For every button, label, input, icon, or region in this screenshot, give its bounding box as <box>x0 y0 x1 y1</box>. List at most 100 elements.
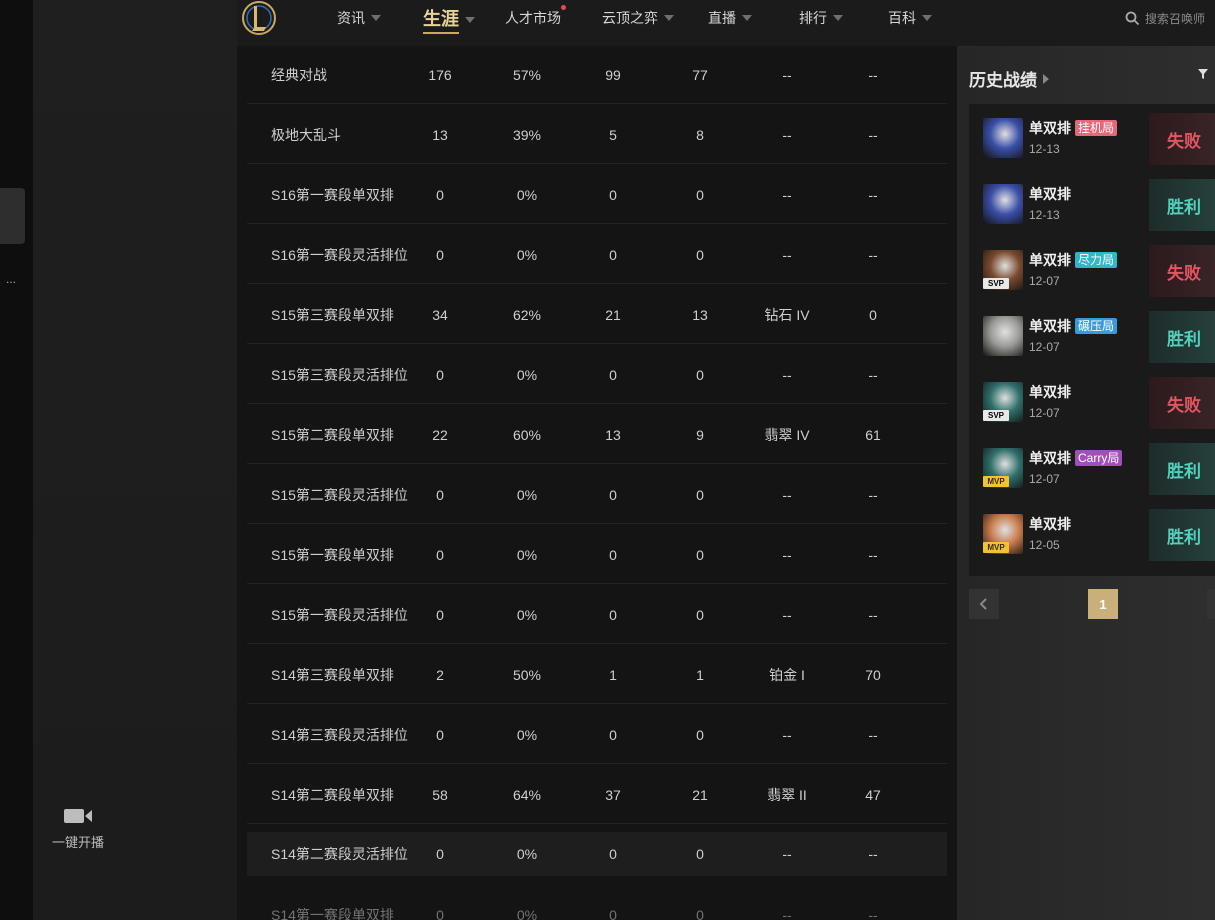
row-winrate: 0% <box>516 906 538 920</box>
match-queue: 单双排 <box>1029 382 1071 402</box>
table-row: S15第二赛段灵活排位 0 0% 0 0 -- -- <box>247 466 947 524</box>
nav-item-0[interactable]: 资讯 <box>337 8 381 28</box>
row-losses: 0 <box>696 845 704 862</box>
more-icon[interactable]: ... <box>6 272 16 286</box>
row-points: 47 <box>865 786 881 803</box>
row-winrate: 39% <box>512 126 542 143</box>
filter-icon[interactable] <box>1197 68 1209 80</box>
row-games: 13 <box>432 126 448 143</box>
row-losses: 13 <box>692 306 708 323</box>
match-item[interactable]: MVP 单双排 Carry局 12-07 胜利 <box>969 434 1215 500</box>
row-wins: 21 <box>605 306 621 323</box>
row-rank: -- <box>782 366 792 383</box>
nav-item-label: 排行 <box>799 10 827 26</box>
match-date: 12-05 <box>1029 538 1060 552</box>
row-rank: 翡翠 II <box>767 786 807 803</box>
nav-item-6[interactable]: 百科 <box>888 8 932 28</box>
left-panel: 一键开播 <box>33 0 237 920</box>
nav-item-1[interactable]: 生涯 <box>423 5 475 34</box>
performance-badge: MVP <box>983 542 1009 553</box>
page-number-button[interactable]: 1 <box>1088 589 1118 619</box>
nav-item-5[interactable]: 排行 <box>799 8 843 28</box>
match-queue: 单双排 Carry局 <box>1029 448 1123 468</box>
row-losses: 0 <box>696 186 704 203</box>
row-losses: 0 <box>696 486 704 503</box>
match-item[interactable]: SVP 单双排 尽力局 12-07 失败 <box>969 236 1215 302</box>
nav-item-3[interactable]: 云顶之弈 <box>602 8 674 28</box>
one-click-live-button[interactable]: 一键开播 <box>43 806 113 851</box>
row-mode-name: S15第一赛段单双排 <box>271 546 394 563</box>
row-points: 70 <box>865 666 881 683</box>
performance-badge: SVP <box>983 410 1009 421</box>
row-points: -- <box>868 246 878 263</box>
row-games: 0 <box>436 845 444 862</box>
queue-label: 单双排 <box>1029 252 1071 268</box>
search-placeholder: 搜索召唤师 <box>1145 12 1206 26</box>
match-date: 12-13 <box>1029 208 1060 222</box>
row-losses: 1 <box>696 666 704 683</box>
match-item[interactable]: 单双排 挂机局 12-13 失败 <box>969 104 1215 170</box>
table-row: 极地大乱斗 13 39% 5 8 -- -- <box>247 106 947 164</box>
match-tag: 碾压局 <box>1075 318 1118 334</box>
next-page-button[interactable] <box>1207 589 1215 619</box>
row-games: 22 <box>432 426 448 443</box>
match-history-panel: 历史战绩 单双排 挂机局 12-13 失败 单双排 12-13 胜利 SVP 单双排 尽力局 12-… <box>957 46 1215 920</box>
row-points: -- <box>868 366 878 383</box>
table-row: S15第三赛段灵活排位 0 0% 0 0 -- -- <box>247 346 947 404</box>
table-row: S14第一赛段单双排 0 0% 0 0 -- -- <box>247 886 947 920</box>
table-row: S16第一赛段灵活排位 0 0% 0 0 -- -- <box>247 226 947 284</box>
champion-portrait <box>983 316 1023 356</box>
row-wins: 0 <box>609 246 617 263</box>
history-title-label: 历史战绩 <box>969 71 1037 90</box>
nav-item-4[interactable]: 直播 <box>708 8 752 28</box>
match-item[interactable]: 单双排 碾压局 12-07 胜利 <box>969 302 1215 368</box>
row-mode-name: S15第三赛段灵活排位 <box>271 366 408 383</box>
row-winrate: 62% <box>512 306 542 323</box>
match-item[interactable]: 单双排 12-13 胜利 <box>969 170 1215 236</box>
row-wins: 0 <box>609 606 617 623</box>
row-rank: -- <box>782 486 792 503</box>
nav-item-2[interactable]: 人才市场 <box>505 5 566 28</box>
match-tag: Carry局 <box>1075 450 1123 466</box>
performance-badge: SVP <box>983 278 1009 289</box>
table-row: S16第一赛段单双排 0 0% 0 0 -- -- <box>247 166 947 224</box>
row-games: 0 <box>436 726 444 743</box>
row-rank: 翡翠 IV <box>764 426 810 443</box>
match-item[interactable]: MVP 单双排 12-05 胜利 <box>969 500 1215 566</box>
row-winrate: 0% <box>516 486 538 503</box>
queue-label: 单双排 <box>1029 186 1071 202</box>
row-rank: -- <box>782 726 792 743</box>
table-row: S14第三赛段灵活排位 0 0% 0 0 -- -- <box>247 706 947 764</box>
chevron-down-icon <box>922 15 932 21</box>
queue-label: 单双排 <box>1029 384 1071 400</box>
match-queue: 单双排 挂机局 <box>1029 118 1118 138</box>
row-losses: 77 <box>692 66 708 83</box>
row-wins: 0 <box>609 906 617 920</box>
match-date: 12-07 <box>1029 472 1060 486</box>
row-mode-name: S14第三赛段单双排 <box>271 666 394 683</box>
row-winrate: 0% <box>516 726 538 743</box>
match-result: 失败 <box>1149 377 1215 429</box>
lol-logo-icon[interactable] <box>241 0 277 36</box>
chevron-down-icon <box>742 15 752 21</box>
chevron-left-icon <box>979 598 987 610</box>
row-winrate: 57% <box>512 66 542 83</box>
summoner-search[interactable]: 搜索召唤师 <box>1125 10 1205 27</box>
row-points: -- <box>868 66 878 83</box>
row-points: -- <box>868 486 878 503</box>
row-mode-name: S15第二赛段灵活排位 <box>271 486 408 503</box>
match-item[interactable]: SVP 单双排 12-07 失败 <box>969 368 1215 434</box>
nav-item-label: 生涯 <box>423 5 459 34</box>
row-games: 0 <box>436 186 444 203</box>
table-row: S15第二赛段单双排 22 60% 13 9 翡翠 IV 61 <box>247 406 947 464</box>
queue-label: 单双排 <box>1029 120 1071 136</box>
history-title[interactable]: 历史战绩 <box>969 66 1049 91</box>
sidebar-selected-item[interactable] <box>0 188 25 244</box>
match-date: 12-07 <box>1029 274 1060 288</box>
chevron-down-icon <box>833 15 843 21</box>
match-result: 失败 <box>1149 245 1215 297</box>
row-rank: -- <box>782 906 792 920</box>
prev-page-button[interactable] <box>969 589 999 619</box>
row-winrate: 50% <box>512 666 542 683</box>
row-points: -- <box>868 126 878 143</box>
